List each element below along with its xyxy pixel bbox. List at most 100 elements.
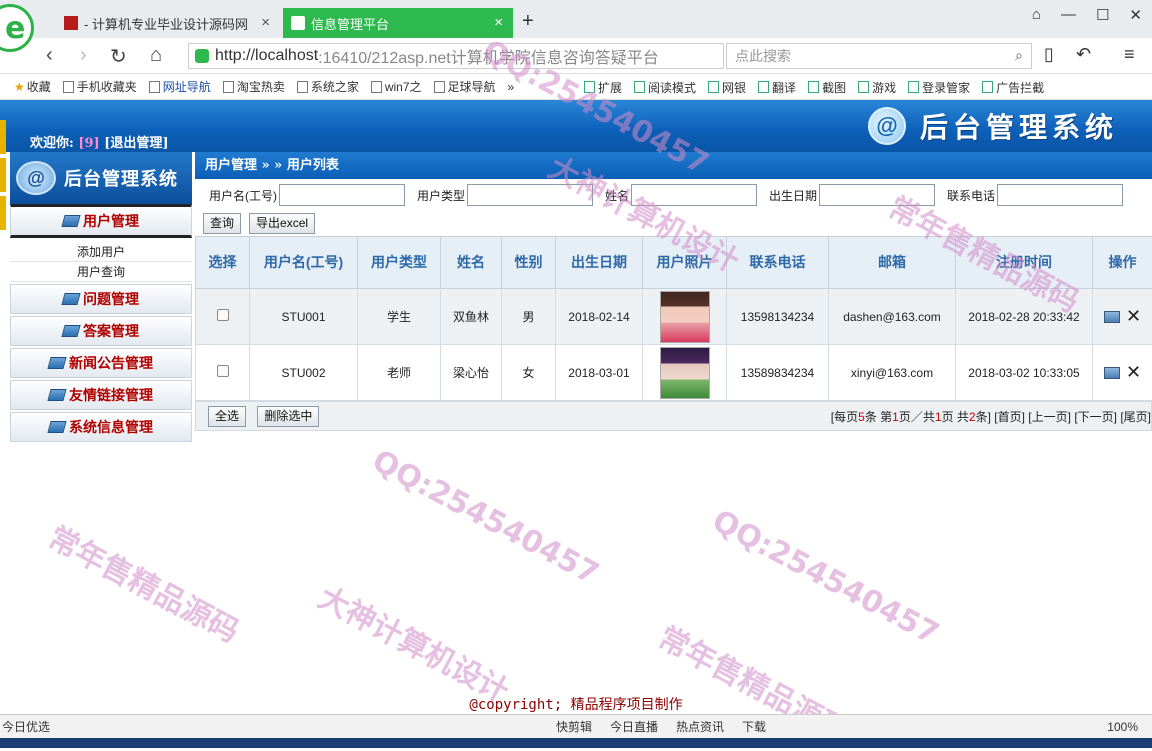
ext-item[interactable]: 登录管家 bbox=[908, 79, 970, 96]
edit-icon[interactable] bbox=[1104, 311, 1120, 323]
delete-icon[interactable]: ✕ bbox=[1126, 306, 1141, 327]
row-select-cell bbox=[196, 289, 250, 345]
delete-icon[interactable]: ✕ bbox=[1126, 362, 1141, 383]
cell-username: STU002 bbox=[250, 345, 358, 401]
sidebar-logo-text: 后台管理系统 bbox=[64, 165, 178, 191]
bookmark-item[interactable]: 淘宝热卖 bbox=[223, 78, 285, 95]
menu-label: 问题管理 bbox=[83, 289, 139, 309]
mobile-icon[interactable]: ▯ bbox=[1044, 44, 1054, 65]
menu-icon bbox=[61, 215, 80, 227]
filter-name-input[interactable] bbox=[631, 184, 757, 206]
delete-selected-button[interactable]: 删除选中 bbox=[257, 406, 319, 427]
ext-item[interactable]: 截图 bbox=[808, 79, 846, 96]
last-page-link[interactable]: [尾页] bbox=[1120, 410, 1151, 424]
logout-link[interactable]: [退出管理] bbox=[104, 136, 168, 151]
status-item[interactable]: 快剪辑 bbox=[556, 718, 592, 735]
cell-email: dashen@163.com bbox=[829, 289, 956, 345]
gamepad-icon bbox=[858, 81, 869, 93]
row-checkbox[interactable] bbox=[217, 309, 229, 321]
status-item[interactable]: 热点资讯 bbox=[676, 718, 724, 735]
bookmarks-bar: ★收藏 手机收藏夹 网址导航 淘宝热卖 系统之家 win7之 足球导航 » 扩展… bbox=[0, 74, 1152, 100]
menu-label: 答案管理 bbox=[83, 321, 139, 341]
sidebar-menu-news[interactable]: 新闻公告管理 bbox=[10, 348, 192, 378]
search-input[interactable]: 点此搜索 ⌕ bbox=[726, 43, 1032, 69]
ext-item[interactable]: 广告拦截 bbox=[982, 79, 1044, 96]
zoom-level[interactable]: 100% bbox=[1107, 720, 1138, 734]
col-name: 姓名 bbox=[441, 237, 502, 289]
prev-page-link[interactable]: [上一页] bbox=[1028, 410, 1071, 424]
sidebar-submenu: 添加用户 用户查询 bbox=[10, 238, 192, 282]
ext-item[interactable]: 阅读模式 bbox=[634, 79, 696, 96]
menu-icon bbox=[47, 389, 66, 401]
next-page-link[interactable]: [下一页] bbox=[1074, 410, 1117, 424]
bookmark-more[interactable]: » bbox=[508, 80, 515, 94]
browser-tabbar: e - 计算机专业毕业设计源码网 × 信息管理平台 × + ⌂ — ☐ ✕ bbox=[0, 0, 1152, 38]
bookmark-item[interactable]: 网址导航 bbox=[149, 78, 211, 95]
close-window-icon[interactable]: ✕ bbox=[1129, 6, 1142, 24]
cell-phone: 13598134234 bbox=[727, 289, 829, 345]
filter-label-name: 姓名 bbox=[605, 187, 629, 204]
pager-current: 1 bbox=[892, 410, 899, 424]
menu-icon[interactable]: ≡ bbox=[1124, 44, 1135, 65]
action-row: 查询 导出excel bbox=[195, 211, 1152, 236]
browser-tab-source-site[interactable]: - 计算机专业毕业设计源码网 × bbox=[56, 8, 280, 38]
minimize-icon[interactable]: — bbox=[1061, 6, 1076, 24]
sidebar-menu-answer[interactable]: 答案管理 bbox=[10, 316, 192, 346]
welcome-text: 欢迎你: [9] [退出管理] bbox=[30, 132, 169, 151]
ext-item[interactable]: 扩展 bbox=[584, 79, 622, 96]
sidebar-item-user-query[interactable]: 用户查询 bbox=[10, 262, 192, 282]
ext-item[interactable]: 网银 bbox=[708, 79, 746, 96]
ext-item[interactable]: 翻译 bbox=[758, 79, 796, 96]
export-excel-button[interactable]: 导出excel bbox=[249, 213, 315, 234]
tab-title: - 计算机专业毕业设计源码网 bbox=[84, 14, 248, 33]
welcome-label: 欢迎你: bbox=[30, 136, 74, 151]
sidebar-item-add-user[interactable]: 添加用户 bbox=[10, 242, 192, 262]
skin-icon[interactable]: ⌂ bbox=[1032, 6, 1041, 24]
row-checkbox[interactable] bbox=[217, 365, 229, 377]
main-content: 用户管理 » » 用户列表 用户名(工号) 用户类型 姓名 出生日期 联系电话 … bbox=[195, 152, 1152, 440]
undo-icon[interactable]: ↶ bbox=[1076, 44, 1091, 65]
first-page-link[interactable]: [首页] bbox=[994, 410, 1025, 424]
table-header-row: 选择 用户名(工号) 用户类型 姓名 性别 出生日期 用户照片 联系电话 邮箱 … bbox=[196, 237, 1152, 289]
close-tab-icon[interactable]: × bbox=[494, 14, 503, 31]
status-item[interactable]: 下载 bbox=[742, 718, 766, 735]
status-left-text[interactable]: 今日优选 bbox=[2, 718, 50, 735]
cell-photo bbox=[643, 289, 727, 345]
close-tab-icon[interactable]: × bbox=[261, 14, 270, 31]
sidebar-menu-question[interactable]: 问题管理 bbox=[10, 284, 192, 314]
bookmark-item[interactable]: win7之 bbox=[371, 78, 422, 95]
user-table: 选择 用户名(工号) 用户类型 姓名 性别 出生日期 用户照片 联系电话 邮箱 … bbox=[195, 236, 1152, 401]
filter-username-input[interactable] bbox=[279, 184, 405, 206]
menu-label: 用户管理 bbox=[83, 211, 139, 231]
sidebar-menu-sysinfo[interactable]: 系统信息管理 bbox=[10, 412, 192, 442]
edit-icon[interactable] bbox=[1104, 367, 1120, 379]
forward-icon[interactable]: › bbox=[80, 44, 87, 67]
select-all-button[interactable]: 全选 bbox=[208, 406, 246, 427]
new-tab-button[interactable]: + bbox=[522, 10, 534, 33]
status-item[interactable]: 今日直播 bbox=[610, 718, 658, 735]
home-icon[interactable]: ⌂ bbox=[150, 44, 162, 67]
bookmark-favorites[interactable]: ★收藏 bbox=[14, 78, 51, 95]
row-select-cell bbox=[196, 345, 250, 401]
query-button[interactable]: 查询 bbox=[203, 213, 241, 234]
maximize-icon[interactable]: ☐ bbox=[1096, 6, 1109, 24]
bookmark-item[interactable]: 系统之家 bbox=[297, 78, 359, 95]
search-icon[interactable]: ⌕ bbox=[1015, 47, 1023, 64]
browser-tab-active[interactable]: 信息管理平台 × bbox=[283, 8, 513, 38]
pager-text: 页 共 bbox=[942, 410, 969, 424]
breadcrumb: 用户管理 » » 用户列表 bbox=[195, 152, 1152, 179]
back-icon[interactable]: ‹ bbox=[46, 44, 53, 67]
filter-phone-input[interactable] bbox=[997, 184, 1123, 206]
url-field[interactable]: http://localhost:16410/212asp.net计算机学院信息… bbox=[188, 43, 724, 69]
sidebar-menu-user[interactable]: 用户管理 bbox=[10, 204, 192, 238]
col-photo: 用户照片 bbox=[643, 237, 727, 289]
sidebar-menu-links[interactable]: 友情链接管理 bbox=[10, 380, 192, 410]
bookmark-item[interactable]: 足球导航 bbox=[434, 78, 496, 95]
menu-icon bbox=[47, 421, 66, 433]
window-controls: ⌂ — ☐ ✕ bbox=[1032, 6, 1142, 24]
ext-item[interactable]: 游戏 bbox=[858, 79, 896, 96]
filter-birth-input[interactable] bbox=[819, 184, 935, 206]
filter-type-input[interactable] bbox=[467, 184, 593, 206]
bookmark-item[interactable]: 手机收藏夹 bbox=[63, 78, 137, 95]
reload-icon[interactable]: ↻ bbox=[110, 44, 127, 69]
